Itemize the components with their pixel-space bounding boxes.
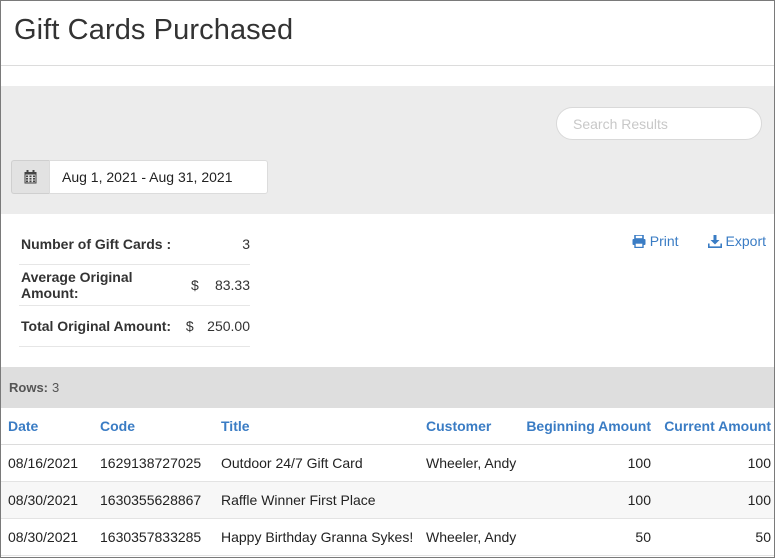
cell-current-amount: 100 [747,492,771,508]
calendar-icon [24,170,37,184]
cell-code: 1630357833285 [100,529,202,545]
summary-row-total: Total Original Amount: $ 250.00 [19,306,250,347]
cell-beginning-amount: 100 [627,455,651,471]
table-row[interactable]: 08/30/2021 1630355628867 Raffle Winner F… [1,482,774,519]
cell-date: 08/16/2021 [8,455,79,471]
column-header-title[interactable]: Title [213,418,419,434]
search-input[interactable] [556,107,762,140]
cell-customer: Wheeler, Andy [426,455,517,471]
rows-count: 3 [52,380,60,395]
download-icon [707,234,722,248]
summary-label: Total Original Amount: [21,318,172,334]
gift-cards-table: Date Code Title Customer Beginning Amoun… [1,408,774,556]
summary-label: Number of Gift Cards : [21,236,172,252]
cell-date: 08/30/2021 [8,529,79,545]
column-header-date[interactable]: Date [1,418,93,434]
page-header: Gift Cards Purchased [1,1,774,66]
report-frame: Gift Cards Purchased Search Results Aug … [0,0,775,558]
cell-customer: Wheeler, Andy [426,529,517,545]
column-header-code[interactable]: Code [93,418,213,434]
summary-value: 3 [242,236,250,252]
print-button[interactable]: Print [632,233,679,249]
summary-currency: $ [185,318,194,334]
cell-current-amount: 50 [755,529,771,545]
report-actions: Print Export [632,233,766,249]
summary-value: 250.00 [207,318,250,334]
print-label: Print [649,233,679,249]
export-button[interactable]: Export [707,233,766,249]
cell-beginning-amount: 100 [627,492,651,508]
filter-bar: Aug 1, 2021 - Aug 31, 2021 [1,86,774,214]
cell-beginning-amount: 50 [635,529,651,545]
table-row[interactable]: 08/30/2021 1630357833285 Happy Birthday … [1,519,774,556]
summary-row-average: Average Original Amount: $ 83.33 [19,265,250,306]
column-header-current-amount[interactable]: Current Amount [651,418,771,434]
cell-date: 08/30/2021 [8,492,79,508]
cell-title: Outdoor 24/7 Gift Card [221,455,363,471]
printer-icon [632,234,646,248]
summary-currency: $ [191,277,199,293]
export-label: Export [725,233,766,249]
cell-code: 1629138727025 [100,455,202,471]
column-header-beginning-amount[interactable]: Beginning Amount [524,418,651,434]
rows-label: Rows: [9,380,48,395]
table-header-row: Date Code Title Customer Beginning Amoun… [1,408,774,445]
summary-row-count: Number of Gift Cards : 3 [19,224,250,265]
cell-title: Happy Birthday Granna Sykes! [221,529,414,545]
summary-table: Number of Gift Cards : 3 Average Origina… [19,224,250,347]
table-row[interactable]: 08/16/2021 1629138727025 Outdoor 24/7 Gi… [1,445,774,482]
summary-label: Average Original Amount: [21,269,133,301]
summary-value: 83.33 [214,277,250,293]
calendar-button[interactable] [11,160,49,194]
date-range-picker: Aug 1, 2021 - Aug 31, 2021 [11,160,268,194]
date-range-input[interactable]: Aug 1, 2021 - Aug 31, 2021 [49,160,268,194]
rows-count-bar: Rows: 3 [1,367,774,408]
cell-title: Raffle Winner First Place [221,492,376,508]
summary-panel: Number of Gift Cards : 3 Average Origina… [1,214,774,367]
page-title: Gift Cards Purchased [14,14,294,46]
column-header-customer[interactable]: Customer [419,418,524,434]
cell-code: 1630355628867 [100,492,202,508]
cell-current-amount: 100 [747,455,771,471]
